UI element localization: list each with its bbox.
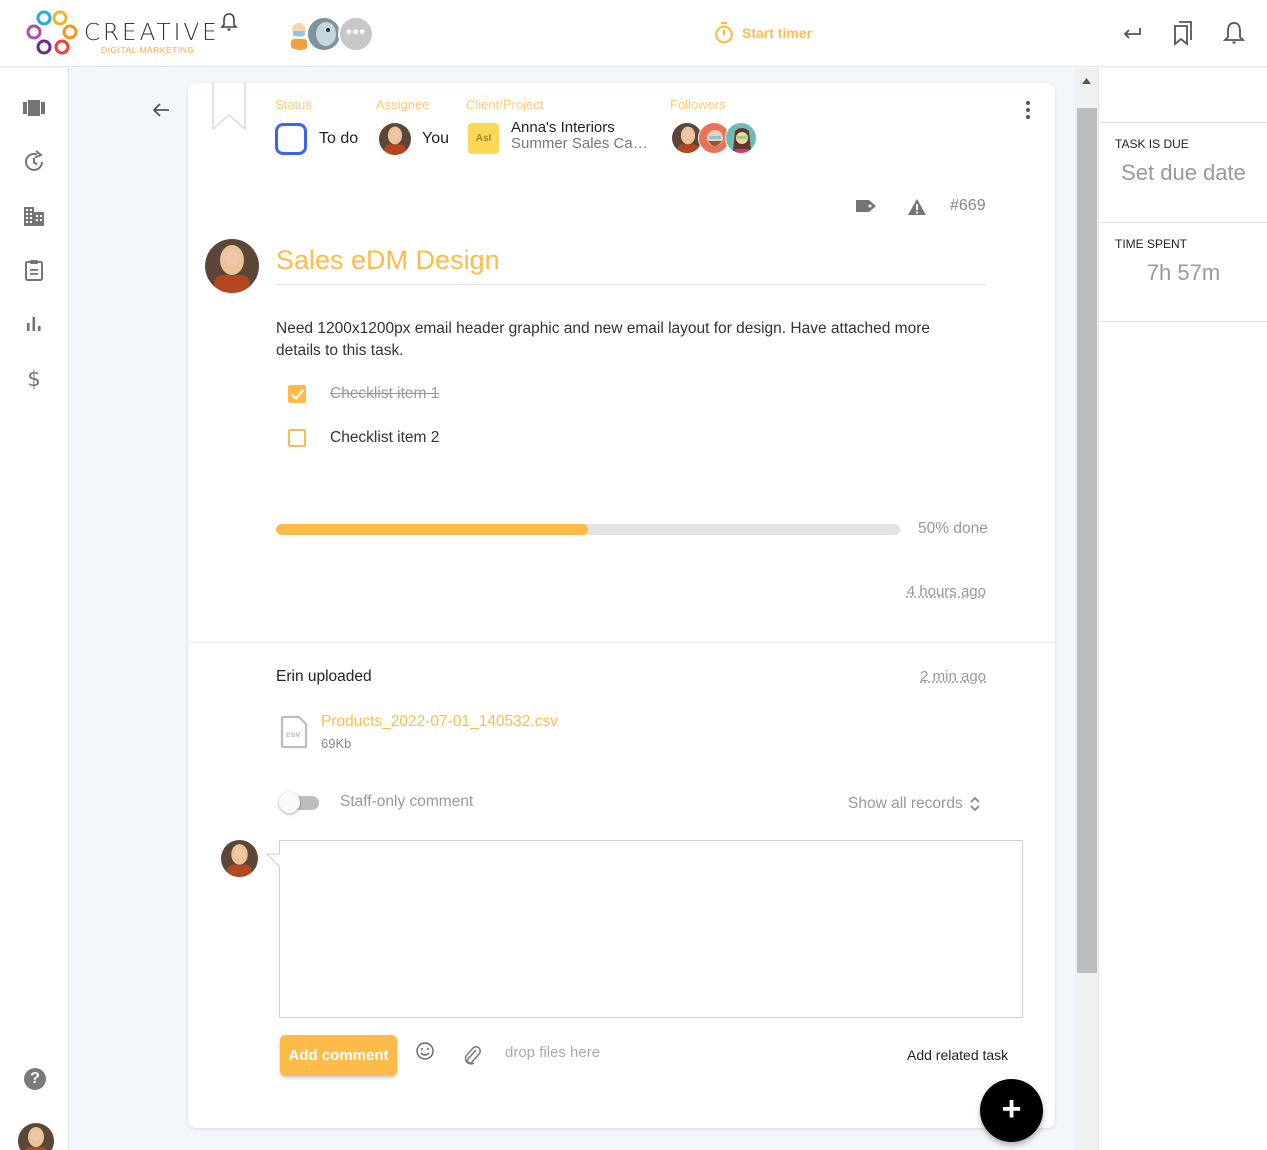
csv-file-icon[interactable]: csv [280, 715, 308, 749]
task-id: #669 [950, 197, 986, 214]
speech-tail [266, 853, 282, 873]
back-arrow-icon[interactable] [150, 99, 172, 121]
show-all-records-label: Show all records [848, 795, 963, 812]
checklist-item[interactable]: Checklist item 2 [288, 429, 439, 447]
client-project-label: Client/Project [466, 97, 544, 112]
assignee-avatar[interactable] [379, 123, 411, 155]
warning-icon[interactable] [907, 198, 927, 216]
assignee-value[interactable]: You [422, 130, 449, 148]
svg-text:csv: csv [286, 729, 300, 739]
add-related-task-link[interactable]: Add related task [907, 1047, 1008, 1063]
drop-files-hint[interactable]: drop files here [505, 1044, 600, 1061]
scroll-up-arrow-icon[interactable] [1075, 68, 1098, 104]
paperclip-icon[interactable] [462, 1044, 482, 1066]
time-spent-section: TIME SPENT 7h 57m [1099, 222, 1267, 322]
bell-icon[interactable] [220, 12, 238, 32]
bar-chart-icon[interactable] [22, 312, 46, 336]
start-timer-button[interactable]: Start timer [714, 22, 812, 44]
client-badge[interactable]: AsI [468, 123, 499, 154]
user-avatar-photo [18, 1123, 54, 1150]
checklist-item[interactable]: Checklist item 1 [288, 385, 439, 403]
commenter-avatar-photo [221, 840, 258, 877]
attachment-size: 69Kb [321, 736, 352, 751]
view-carousel-icon[interactable] [22, 96, 46, 120]
time-spent-value[interactable]: 7h 57m [1099, 260, 1267, 286]
dollar-icon[interactable]: $ [22, 366, 46, 390]
follower-avatar[interactable] [725, 122, 757, 154]
progress-bar [276, 524, 900, 535]
checklist-item-label: Checklist item 2 [330, 429, 440, 446]
add-comment-button[interactable]: Add comment [280, 1035, 397, 1076]
checklist-checkbox-checked[interactable] [288, 385, 306, 403]
checklist-checkbox[interactable] [288, 429, 306, 447]
assignee-label: Assignee [376, 97, 430, 112]
show-all-records-button[interactable]: Show all records [848, 795, 981, 813]
client-name[interactable]: Anna's Interiors [511, 120, 615, 136]
building-icon[interactable] [22, 204, 46, 228]
task-card: Status Assignee Client/Project Followers… [188, 83, 1055, 1128]
creator-avatar [205, 239, 259, 293]
status-value[interactable]: To do [319, 130, 358, 148]
logo-mark-icon [26, 10, 78, 55]
avatar-bird-icon [308, 18, 340, 50]
creator-avatar-photo [205, 239, 259, 293]
assignee-avatar-photo [379, 123, 411, 155]
left-nav: $ ? [0, 68, 69, 1150]
user-avatar[interactable] [18, 1123, 54, 1150]
project-name[interactable]: Summer Sales Campaign [511, 136, 651, 152]
progress-text: 50% done [918, 520, 988, 537]
activity-title: Erin uploaded [276, 668, 372, 685]
more-options-icon[interactable] [1021, 99, 1035, 121]
brand-tagline: DIGITAL MARKETING [101, 45, 195, 55]
start-timer-label: Start timer [742, 25, 813, 41]
help-button[interactable]: ? [24, 1068, 46, 1090]
set-due-date-button[interactable]: Set due date [1099, 160, 1267, 186]
stopwatch-icon [715, 22, 733, 44]
tag-icon[interactable] [855, 198, 877, 214]
emoji-icon[interactable] [415, 1041, 435, 1061]
task-due-label: TASK IS DUE [1115, 137, 1189, 151]
divider [188, 642, 1055, 643]
attachment-link[interactable]: Products_2022-07-01_140532.csv [321, 713, 558, 731]
bookmarks-icon[interactable] [1171, 20, 1195, 46]
toggle-knob[interactable] [279, 792, 300, 813]
unfold-icon [969, 796, 980, 812]
staff-only-label: Staff-only comment [340, 793, 474, 810]
status-label: Status [275, 97, 312, 112]
avatar-bird[interactable] [306, 16, 342, 52]
more-avatars-button[interactable]: ••• [338, 16, 374, 52]
task-title[interactable]: Sales eDM Design [276, 245, 986, 285]
task-description[interactable]: Need 1200x1200px email header graphic an… [276, 318, 966, 362]
return-icon[interactable] [1120, 20, 1144, 46]
right-panel: TASK IS DUE Set due date TIME SPENT 7h 5… [1098, 68, 1267, 1150]
created-timestamp[interactable]: 4 hours ago [903, 583, 986, 600]
brand-name: CREATIVE [84, 20, 220, 46]
activity-timestamp[interactable]: 2 min ago [888, 668, 986, 685]
logo[interactable]: CREATIVE DIGITAL MARKETING [26, 8, 217, 58]
task-due-section: TASK IS DUE Set due date [1099, 122, 1267, 222]
history-icon[interactable] [22, 150, 46, 174]
comment-input[interactable] [279, 840, 1023, 1018]
scroll-thumb[interactable] [1077, 108, 1097, 973]
scrollbar[interactable] [1075, 68, 1098, 1150]
add-fab-button[interactable]: + [980, 1079, 1043, 1142]
staff-only-toggle[interactable] [279, 792, 320, 813]
clipboard-icon[interactable] [22, 258, 46, 282]
notifications-icon[interactable] [1222, 20, 1246, 46]
status-checkbox[interactable] [275, 123, 307, 155]
top-bar: CREATIVE DIGITAL MARKETING ••• Start tim… [0, 0, 1267, 67]
followers-label: Followers [670, 97, 726, 112]
time-spent-label: TIME SPENT [1115, 237, 1188, 251]
follower-avatar-cartoon-woman [726, 123, 756, 153]
commenter-avatar [221, 840, 258, 877]
svg-text:$: $ [27, 367, 40, 390]
progress-fill [276, 524, 588, 535]
bookmark-ribbon-icon[interactable] [211, 83, 247, 135]
checklist-item-label: Checklist item 1 [330, 385, 440, 402]
